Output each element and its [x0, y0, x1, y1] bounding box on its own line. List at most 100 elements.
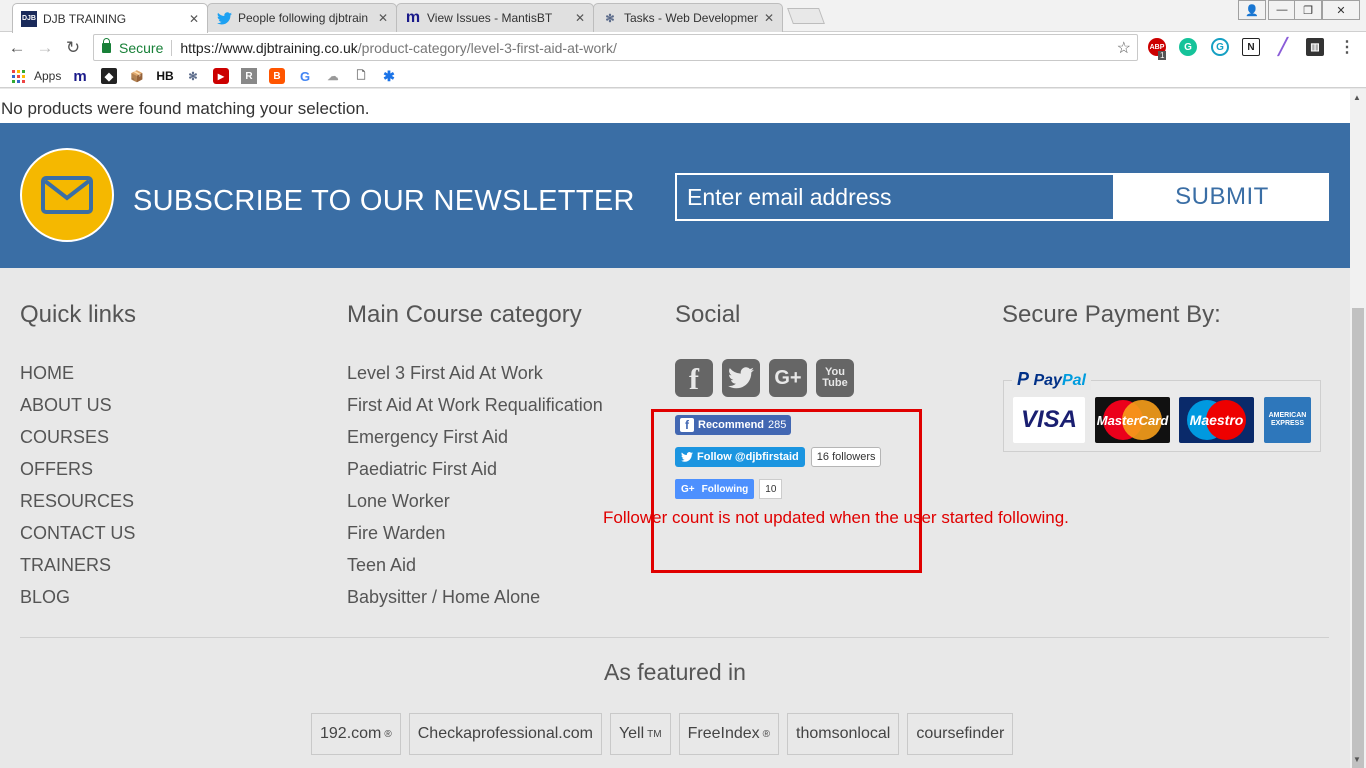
box-bookmark-icon[interactable]: 📦 [129, 68, 145, 84]
quick-links-column: Quick links HOME ABOUT US COURSES OFFERS… [20, 301, 136, 619]
course-link[interactable]: First Aid At Work Requalification [347, 395, 603, 427]
page-viewport: No products were found matching your sel… [0, 89, 1350, 768]
scroll-down-arrow-icon[interactable]: ▼ [1353, 755, 1361, 764]
close-tab-icon[interactable]: ✕ [764, 11, 774, 25]
minimize-button[interactable]: — [1268, 0, 1296, 20]
r-bookmark-icon[interactable]: R [241, 68, 257, 84]
scrollbar-thumb[interactable] [1352, 308, 1364, 768]
bookmarks-bar: Apps m ◆ 📦 HB ✻ ▶ R B G ☁ 🗋 ✱ [0, 63, 1366, 88]
featured-192[interactable]: 192.com ® [311, 713, 401, 755]
course-category-list: Level 3 First Aid At Work First Aid At W… [347, 363, 603, 619]
newsletter-band: SUBSCRIBE TO OUR NEWSLETTER SUBMIT [0, 123, 1350, 268]
youtube-bookmark-icon[interactable]: ▶ [213, 68, 229, 84]
address-bar[interactable]: Secure https://www.djbtraining.co.uk/pro… [93, 34, 1138, 61]
course-link[interactable]: Lone Worker [347, 491, 603, 523]
page-scrollbar[interactable]: ▲ ▼ [1350, 89, 1366, 768]
adblock-badge: 1 [1158, 51, 1167, 60]
featured-coursefinder[interactable]: coursefinder [907, 713, 1014, 755]
no-products-notice: No products were found matching your sel… [0, 89, 1350, 123]
featured-yell[interactable]: Yell TM [609, 713, 671, 755]
quick-links-title: Quick links [20, 301, 137, 328]
tab-mantisbt[interactable]: m View Issues - MantisBT ✕ [396, 3, 594, 32]
annotation-highlight-box [651, 409, 922, 573]
featured-title: As featured in [604, 659, 746, 685]
newsletter-title: SUBSCRIBE TO OUR NEWSLETTER [133, 185, 635, 217]
course-link[interactable]: Level 3 First Aid At Work [347, 363, 603, 395]
hb-bookmark-icon[interactable]: HB [156, 68, 173, 84]
back-arrow-icon[interactable]: ← [6, 37, 28, 59]
quick-link-home[interactable]: HOME [20, 363, 136, 395]
url-path: /product-category/level-3-first-aid-at-w… [357, 39, 617, 56]
close-tab-icon[interactable]: ✕ [575, 11, 585, 25]
feather-icon[interactable]: ╱ [1274, 38, 1292, 56]
course-link[interactable]: Teen Aid [347, 555, 603, 587]
google-bookmark-icon[interactable]: G [297, 68, 313, 84]
forward-arrow-icon[interactable]: → [34, 37, 56, 59]
reload-icon[interactable]: ↻ [62, 37, 84, 59]
twitter-favicon-icon [216, 10, 232, 26]
tab-djb-training[interactable]: DJB DJB TRAINING ✕ [12, 3, 208, 33]
b-bookmark-icon[interactable]: B [269, 68, 285, 84]
bookmark-dark-icon[interactable]: ◆ [101, 68, 117, 84]
quick-link-resources[interactable]: RESOURCES [20, 491, 136, 523]
tab-tasks[interactable]: ✻ Tasks - Web Developmen ✕ [593, 3, 783, 32]
extension-dark-icon[interactable]: ▥ [1306, 38, 1324, 56]
footer-divider [20, 637, 1329, 638]
quick-link-about-us[interactable]: ABOUT US [20, 395, 136, 427]
quick-link-courses[interactable]: COURSES [20, 427, 136, 459]
close-window-button[interactable]: ✕ [1322, 0, 1360, 20]
secure-label: Secure [119, 39, 164, 56]
gear-bookmark-icon[interactable]: ✱ [381, 68, 397, 84]
featured-freeindex[interactable]: FreeIndex ® [678, 713, 780, 755]
cloud-bookmark-icon[interactable]: ☁ [325, 68, 341, 84]
scroll-up-arrow-icon[interactable]: ▲ [1353, 93, 1361, 102]
quick-link-trainers[interactable]: TRAINERS [20, 555, 136, 587]
quick-link-blog[interactable]: BLOG [20, 587, 136, 619]
twitter-icon[interactable] [722, 359, 760, 397]
quick-link-contact-us[interactable]: CONTACT US [20, 523, 136, 555]
tasks-favicon-icon: ✻ [605, 12, 615, 25]
quick-link-offers[interactable]: OFFERS [20, 459, 136, 491]
payment-column: Secure Payment By: [1002, 301, 1221, 329]
djb-favicon-icon: DJB [21, 10, 37, 27]
bookmark-star-icon[interactable]: ☆ [1117, 38, 1131, 58]
extension-g-icon[interactable]: G [1211, 38, 1229, 56]
payment-title: Secure Payment By: [1002, 301, 1221, 328]
visa-card-logo: VISA [1013, 397, 1085, 443]
profile-icon[interactable]: 👤 [1238, 0, 1266, 20]
social-title: Social [675, 301, 741, 328]
facebook-icon[interactable]: f [675, 359, 713, 397]
new-tab-button[interactable] [787, 8, 825, 24]
featured-checkaprofessional[interactable]: Checkaprofessional.com [408, 713, 602, 755]
google-plus-icon[interactable]: G+ [769, 359, 807, 397]
extension-n-icon[interactable]: N [1242, 38, 1260, 56]
close-tab-icon[interactable]: ✕ [189, 12, 199, 26]
course-link[interactable]: Fire Warden [347, 523, 603, 555]
newsletter-submit-button[interactable]: SUBMIT [1115, 173, 1329, 221]
paypal-p-icon: P [1017, 369, 1030, 389]
restore-button[interactable]: ❐ [1294, 0, 1322, 20]
page-bookmark-icon[interactable]: 🗋 [353, 68, 369, 84]
apps-grid-icon[interactable] [10, 68, 26, 84]
course-link[interactable]: Paediatric First Aid [347, 459, 603, 491]
lock-icon [102, 37, 111, 53]
amex-logo: AMERICAN EXPRESS [1264, 397, 1311, 443]
course-link[interactable]: Babysitter / Home Alone [347, 587, 603, 619]
tasks-bookmark-icon[interactable]: ✻ [185, 68, 201, 84]
close-tab-icon[interactable]: ✕ [378, 11, 388, 25]
grammarly-icon[interactable]: G [1179, 38, 1197, 56]
quick-links-list: HOME ABOUT US COURSES OFFERS RESOURCES C… [20, 363, 136, 619]
course-link[interactable]: Emergency First Aid [347, 427, 603, 459]
tab-twitter-followers[interactable]: People following djbtrain ✕ [207, 3, 397, 32]
paypal-logo: P PayPal [1012, 369, 1091, 390]
youtube-icon[interactable]: You Tube [816, 359, 854, 397]
course-category-title: Main Course category [347, 301, 582, 328]
newsletter-email-input[interactable] [675, 173, 1115, 221]
menu-kebab-icon[interactable]: ⋮ [1338, 38, 1356, 56]
browser-toolbar: ← → ↻ Secure https://www.djbtraining.co.… [0, 32, 1366, 63]
course-category-column: Main Course category Level 3 First Aid A… [347, 301, 603, 619]
apps-label[interactable]: Apps [34, 69, 61, 83]
featured-thomsonlocal[interactable]: thomsonlocal [787, 713, 900, 755]
mantis-bookmark-icon[interactable]: m [72, 68, 88, 85]
tab-strip: DJB DJB TRAINING ✕ People following djbt… [0, 0, 1366, 33]
